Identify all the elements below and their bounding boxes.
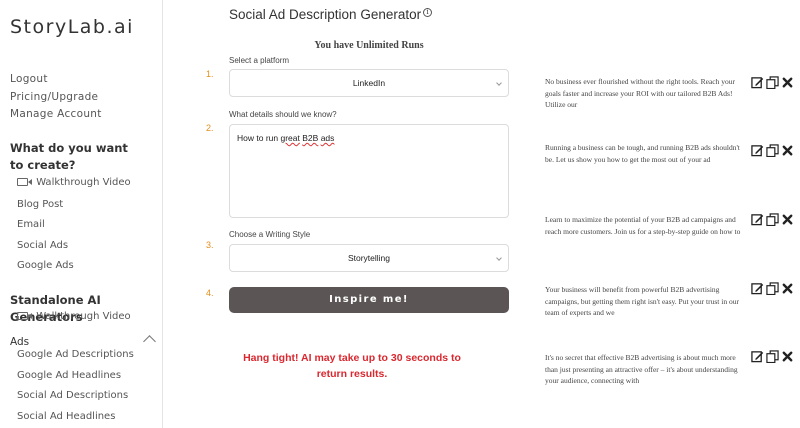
edit-icon[interactable] [751,350,764,363]
result-text: Learn to maximize the potential of your … [545,215,741,236]
edit-icon[interactable] [751,76,764,89]
result-text: No business ever flourished without the … [545,77,735,109]
result-actions [751,282,793,296]
runs-notice: You have Unlimited Runs [314,40,424,51]
result-actions [751,144,793,158]
result-text: Your business will benefit from powerful… [545,285,739,317]
inspire-button[interactable]: Inspire me! [229,287,509,313]
writing-style-label: Choose a Writing Style [229,230,311,239]
video-icon [17,312,32,320]
platform-select[interactable]: LinkedIn [229,69,509,97]
sidebar: StoryLab.ai Logout Pricing/Upgrade Manag… [0,0,163,428]
chevron-down-icon [496,255,502,261]
close-icon[interactable] [781,144,794,157]
sidebar-item-email[interactable]: Email [17,219,45,230]
copy-icon[interactable] [766,213,779,226]
edit-icon[interactable] [751,144,764,157]
close-icon[interactable] [781,76,794,89]
result-actions [751,76,793,90]
sidebar-item-social-ad-headlines[interactable]: Social Ad Headlines [17,411,115,422]
copy-icon[interactable] [766,350,779,363]
platform-select-value: LinkedIn [352,78,386,88]
video-icon [17,178,32,186]
details-text: ads [320,133,335,143]
step-number: 4. [206,288,214,298]
copy-icon[interactable] [766,76,779,89]
manage-account-link[interactable]: Manage Account [10,108,102,120]
close-icon[interactable] [781,350,794,363]
copy-icon[interactable] [766,282,779,295]
sidebar-item-standalone-walkthrough-video[interactable]: Walkthrough Video [17,311,131,322]
sidebar-item-google-ads[interactable]: Google Ads [17,260,74,271]
result-text: It's no secret that effective B2B advert… [545,353,738,385]
details-text: B2B [302,133,319,143]
sidebar-item-social-ad-descriptions[interactable]: Social Ad Descriptions [17,390,128,401]
create-section-title: What do you want to create? [10,141,128,172]
result-actions [751,350,793,364]
page-title: Social Ad Description Generator i [229,7,433,22]
step-number: 3. [206,240,214,250]
close-icon[interactable] [781,213,794,226]
sidebar-item-social-ads[interactable]: Social Ads [17,240,68,251]
details-textarea[interactable]: How to run great B2B ads [229,124,509,218]
wait-message: Hang tight! AI may take up to 30 seconds… [243,352,461,380]
sidebar-item-walkthrough-video[interactable]: Walkthrough Video [17,177,131,188]
sidebar-item-label: Walkthrough Video [36,177,131,188]
close-icon[interactable] [781,282,794,295]
writing-style-value: Storytelling [347,253,391,263]
details-label: What details should we know? [229,110,337,119]
step-number: 2. [206,123,214,133]
logout-link[interactable]: Logout [10,73,48,85]
app-logo[interactable]: StoryLab.ai [10,16,134,38]
copy-icon[interactable] [766,144,779,157]
sidebar-item-google-ad-descriptions[interactable]: Google Ad Descriptions [17,349,134,360]
edit-icon[interactable] [751,282,764,295]
details-text: How to run [237,133,279,143]
sidebar-item-blog-post[interactable]: Blog Post [17,199,63,210]
sidebar-item-label: Walkthrough Video [36,311,131,322]
details-text: great [280,133,300,143]
chevron-up-icon[interactable] [143,335,156,348]
step-number: 1. [206,69,214,79]
page-title-text: Social Ad Description Generator [229,7,422,22]
result-actions [751,213,793,227]
pricing-upgrade-link[interactable]: Pricing/Upgrade [10,91,98,103]
chevron-down-icon [496,80,502,86]
result-text: Running a business can be tough, and run… [545,143,740,164]
sidebar-item-google-ad-headlines[interactable]: Google Ad Headlines [17,370,121,381]
writing-style-select[interactable]: Storytelling [229,244,509,272]
platform-label: Select a platform [229,56,290,65]
edit-icon[interactable] [751,213,764,226]
info-icon[interactable]: i [423,8,433,17]
